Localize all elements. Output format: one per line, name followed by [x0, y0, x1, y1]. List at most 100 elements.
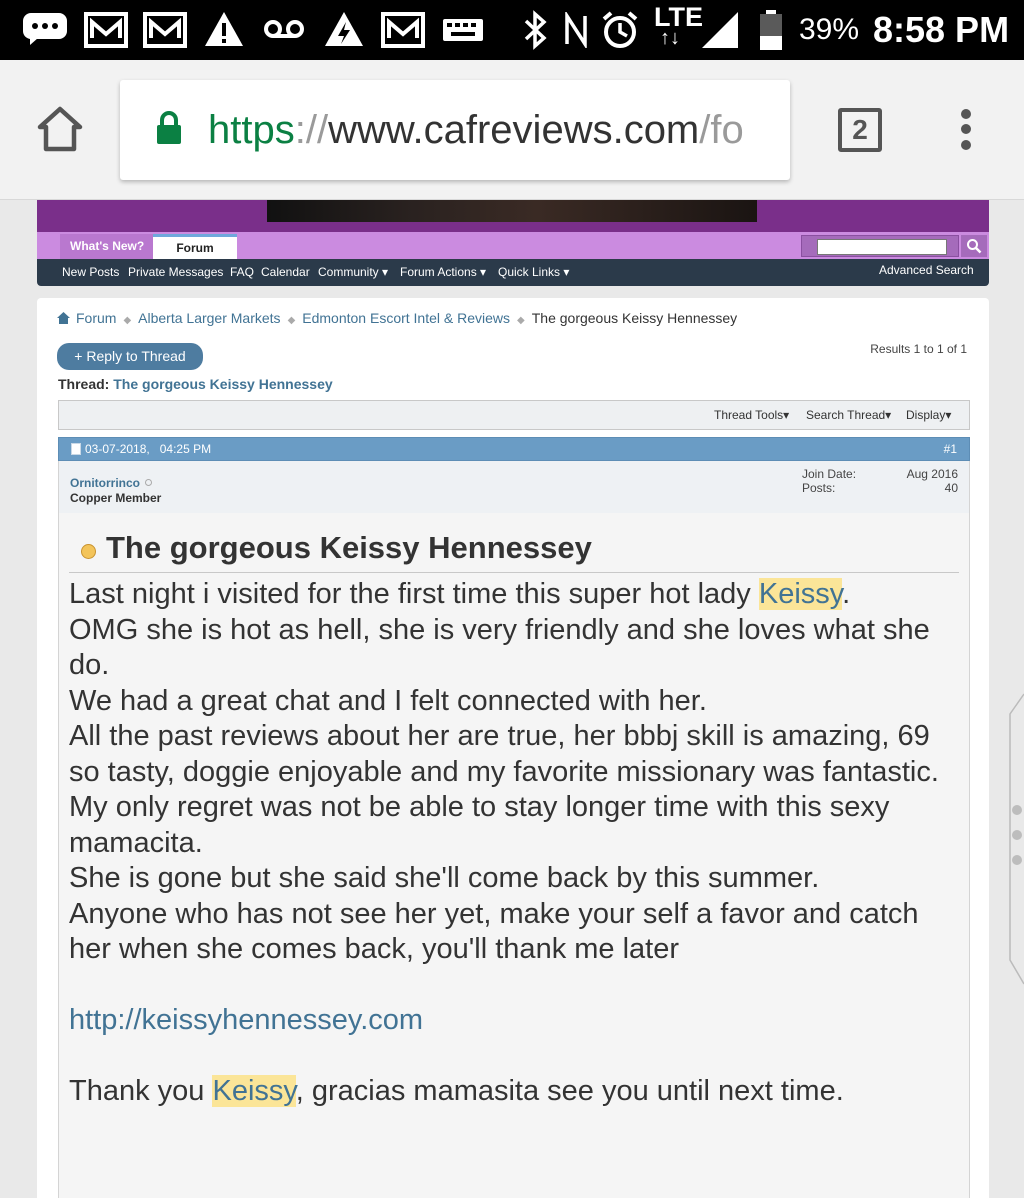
search-input[interactable]	[817, 239, 947, 255]
gmail-icon	[84, 12, 128, 48]
url-scheme: https	[208, 108, 295, 152]
breadcrumb-arrow-icon: ◆	[123, 315, 132, 326]
dot-icon	[1012, 855, 1022, 865]
nav-private-messages[interactable]: Private Messages	[128, 259, 223, 286]
nav-calendar[interactable]: Calendar	[261, 259, 310, 286]
thread-tools-menu[interactable]: Thread Tools▾	[714, 401, 789, 429]
sub-navigation: New Posts Private Messages FAQ Calendar …	[37, 259, 989, 286]
post-paragraph: All the past reviews about her are true,…	[69, 720, 939, 788]
breadcrumb-alberta[interactable]: Alberta Larger Markets	[138, 310, 280, 326]
lock-icon	[157, 111, 181, 144]
reply-to-thread-button[interactable]: + Reply to Thread	[57, 343, 203, 370]
post-title: The gorgeous Keissy Hennessey	[106, 530, 592, 565]
search-button[interactable]	[961, 235, 987, 257]
offline-status-icon	[145, 479, 153, 486]
nfc-icon	[565, 12, 587, 48]
user-title: Copper Member	[70, 491, 162, 505]
signal-icon	[702, 12, 738, 48]
display-menu[interactable]: Display▾	[906, 401, 951, 429]
forum-content: Forum ◆ Alberta Larger Markets ◆ Edmonton Es…	[37, 298, 989, 1198]
home-icon[interactable]	[57, 312, 70, 324]
url-path: /fo	[699, 108, 744, 152]
post-paragraph: We had a great chat and I felt connected…	[69, 684, 707, 717]
post-paragraph: My only regret was not be able to stay l…	[69, 791, 890, 859]
post-text-segment: Last night i visited for the first time …	[69, 578, 759, 610]
breadcrumb-arrow-icon: ◆	[287, 315, 296, 326]
thread-title-line: Thread: The gorgeous Keissy Hennessey	[58, 376, 333, 392]
thread-title-link[interactable]: The gorgeous Keissy Hennessey	[113, 376, 332, 392]
caret-down-icon: ▾	[382, 265, 389, 279]
search-thread-menu[interactable]: Search Thread▾	[806, 401, 891, 429]
data-arrows-icon: ↑↓	[660, 27, 680, 49]
caret-down-icon: ▾	[945, 408, 952, 422]
banner-image	[267, 200, 757, 222]
post-time: 04:25 PM	[159, 442, 212, 456]
highlighted-keyword: Keissy	[212, 1075, 296, 1107]
post-date: 03-07-2018,	[85, 442, 150, 456]
join-date-value: Aug 2016	[906, 467, 958, 481]
nav-quick-links[interactable]: Quick Links ▾	[498, 259, 569, 286]
tab-switcher-button[interactable]: 2	[838, 108, 882, 152]
keyboard-icon	[443, 19, 483, 41]
breadcrumb-arrow-icon: ◆	[517, 315, 525, 326]
post-text-segment: .	[842, 578, 851, 610]
post-text-segment: Thank you	[69, 1075, 213, 1107]
nav-advanced-search[interactable]: Advanced Search	[879, 257, 974, 284]
post-header: 03-07-2018, 04:25 PM #1	[58, 437, 970, 461]
status-bar: LTE ↑↓ 39% 8:58 PM	[0, 0, 1024, 60]
gmail-icon	[143, 12, 187, 48]
search-box	[801, 235, 959, 257]
dot-icon	[1012, 830, 1022, 840]
breadcrumb-edmonton[interactable]: Edmonton Escort Intel & Reviews	[302, 310, 510, 326]
post-paragraph: Thank you Keissy, gracias mamasita see y…	[69, 1074, 959, 1110]
nav-faq[interactable]: FAQ	[230, 259, 254, 286]
breadcrumb: Forum ◆ Alberta Larger Markets ◆ Edmonton Es…	[57, 310, 737, 328]
join-date-label: Join Date:	[802, 467, 857, 481]
nav-new-posts[interactable]: New Posts	[62, 259, 119, 286]
posts-value: 40	[944, 481, 958, 495]
post-text-segment: , gracias mamasita see you until next ti…	[295, 1075, 844, 1107]
post-paragraph: Last night i visited for the first time …	[69, 577, 959, 613]
battery-percent: 39%	[799, 13, 860, 46]
site-banner	[37, 200, 989, 232]
post-paragraph: Anyone who has not see her yet, make you…	[69, 897, 919, 966]
post-paragraph: http://keissyhennessey.com	[69, 1003, 959, 1039]
post-paragraph: OMG she is hot as hell, she is very frie…	[69, 613, 930, 682]
post-number[interactable]: #1	[944, 438, 957, 460]
breadcrumb-forum[interactable]: Forum	[76, 310, 116, 326]
thread-tools-label: Thread Tools	[714, 408, 784, 422]
url-separator: ://	[294, 108, 329, 152]
breadcrumb-current: The gorgeous Keissy Hennessey	[531, 310, 738, 326]
scroll-handle[interactable]	[1004, 692, 1024, 992]
url-text: https://www.cafreviews.com/fo	[208, 104, 744, 156]
web-page: What's New? Forum New Posts Private Mess…	[0, 200, 1024, 1198]
nav-quick-links-label: Quick Links	[498, 265, 561, 279]
gmail-icon	[381, 12, 425, 48]
nav-forum-actions-label: Forum Actions	[400, 265, 477, 279]
url-bar[interactable]: https://www.cafreviews.com/fo	[120, 80, 790, 180]
nav-community[interactable]: Community ▾	[318, 259, 388, 286]
tab-forum[interactable]: Forum	[153, 234, 237, 259]
nav-community-label: Community	[318, 265, 379, 279]
nav-forum-actions[interactable]: Forum Actions ▾	[400, 259, 486, 286]
warning-lightning-icon	[325, 12, 363, 46]
divider	[69, 572, 959, 573]
post-author-name: Ornitorrinco	[70, 476, 141, 490]
thread-tools-bar: Thread Tools▾ Search Thread▾ Display▾	[58, 400, 970, 430]
caret-down-icon: ▾	[563, 265, 570, 279]
more-vert-icon[interactable]	[956, 108, 976, 152]
caret-down-icon: ▾	[783, 408, 790, 422]
browser-toolbar: https://www.cafreviews.com/fo 2	[0, 60, 1024, 200]
search-icon	[967, 239, 982, 254]
external-link[interactable]: http://keissyhennessey.com	[69, 1004, 423, 1036]
results-count: Results 1 to 1 of 1	[870, 342, 967, 356]
post-author[interactable]: Ornitorrinco	[70, 476, 153, 490]
tab-whats-new[interactable]: What's New?	[60, 234, 155, 259]
display-label: Display	[906, 408, 946, 422]
voicemail-icon	[264, 20, 304, 38]
url-host: www.cafreviews.com	[328, 108, 700, 152]
smiley-icon	[81, 544, 96, 559]
home-icon[interactable]	[36, 105, 84, 153]
